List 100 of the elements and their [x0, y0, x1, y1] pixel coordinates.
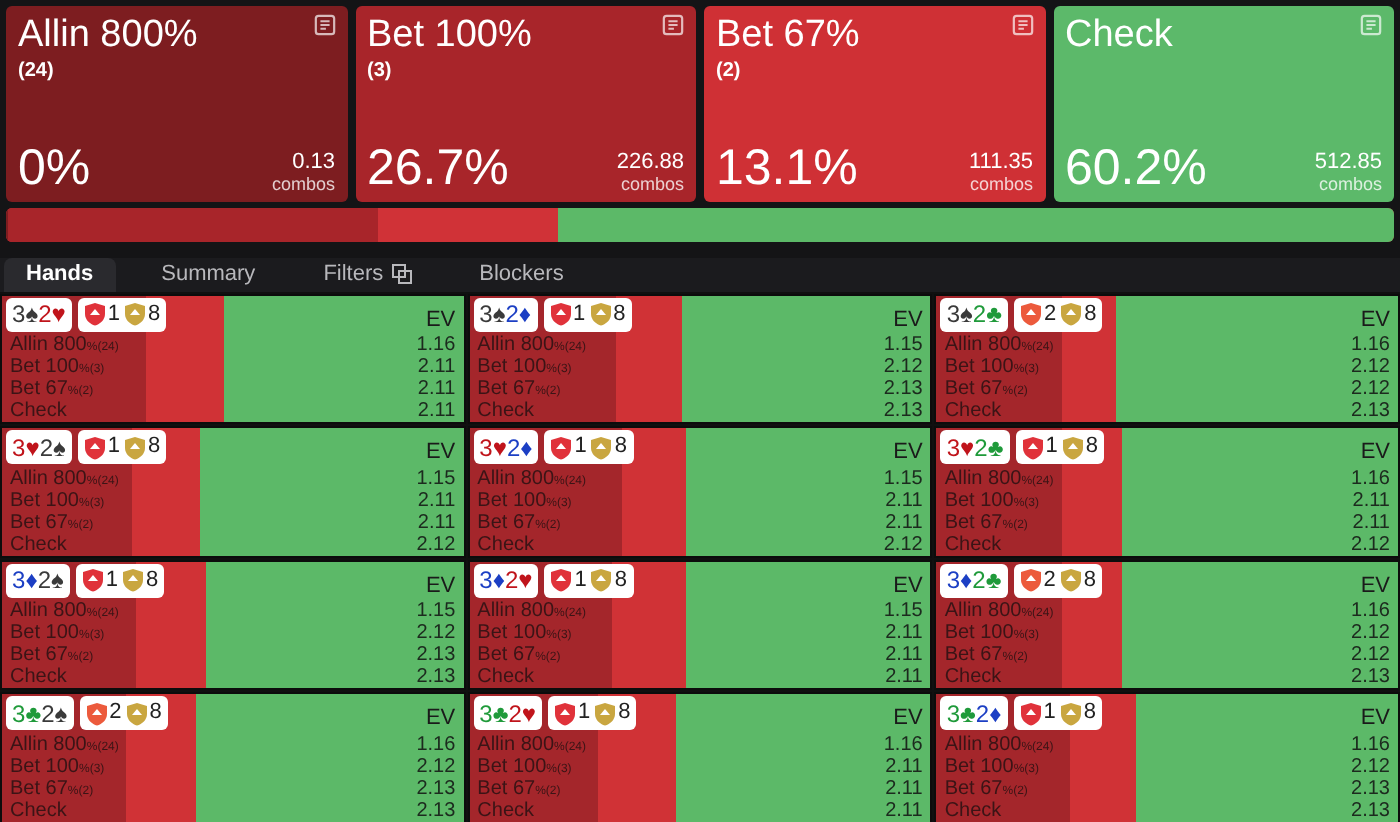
- ev-value: 2.13: [416, 668, 456, 688]
- hand-cards: 3♥2♠: [6, 430, 72, 464]
- ev-label: EV: [1360, 704, 1390, 734]
- combos-label: combos: [620, 174, 684, 196]
- hand-cards: 3♠2♣: [940, 297, 1008, 331]
- ev-value: 2.13: [883, 402, 923, 422]
- action-title: Bet 100%: [367, 14, 532, 58]
- hand-cards: 3♠2♥: [6, 297, 72, 331]
- hand-cards: 3♥2♦: [473, 430, 539, 464]
- action-row-label: Check: [8, 668, 67, 688]
- ev-value: 1.16: [1351, 469, 1390, 491]
- tab[interactable]: Hands: [4, 258, 116, 291]
- ev-value: 2.12: [1351, 358, 1390, 380]
- badge-count: 8: [148, 299, 161, 330]
- ev-value: 2.11: [885, 513, 923, 535]
- tab[interactable]: Summary: [139, 258, 278, 291]
- badge-count: 1: [574, 565, 587, 596]
- ev-value: 1.16: [1351, 735, 1390, 757]
- action-card[interactable]: Bet 67% (2) 13.1% 111.35 combos: [704, 6, 1045, 202]
- tab[interactable]: Blockers: [457, 258, 586, 291]
- ev-value: 1.16: [1351, 602, 1390, 624]
- notes-icon[interactable]: [313, 14, 335, 36]
- combos-label: combos: [969, 174, 1033, 196]
- action-row-label: Check: [942, 668, 1002, 688]
- combos-label: combos: [271, 174, 335, 196]
- badge-count: 8: [148, 432, 161, 463]
- ev-value: 2.11: [417, 358, 456, 380]
- action-count: (3): [367, 58, 394, 86]
- ev-value: 2.12: [1351, 535, 1390, 555]
- ev-value: 2.13: [416, 779, 456, 801]
- ev-value: 1.15: [883, 602, 923, 624]
- action-row-label: Check: [475, 535, 535, 555]
- action-row-label: Check: [475, 668, 535, 688]
- badge-count: 8: [613, 299, 626, 330]
- action-row-label: Check: [942, 402, 1002, 422]
- ev-label: EV: [893, 305, 923, 335]
- ev-value: 2.12: [416, 535, 456, 555]
- action-count: (2): [716, 58, 743, 86]
- notes-icon[interactable]: [1011, 14, 1033, 36]
- ev-value: 1.16: [416, 336, 456, 358]
- ev-value: 2.11: [885, 668, 923, 688]
- hand-cards: 3♣2♦: [940, 696, 1008, 730]
- badge-count: 8: [1085, 432, 1098, 463]
- action-row-label: Check: [8, 801, 67, 821]
- ev-value: 2.11: [885, 491, 923, 513]
- ev-value: 2.12: [1351, 757, 1390, 779]
- ev-value: 1.15: [883, 469, 923, 491]
- badge-count: 2: [1043, 299, 1057, 330]
- action-row-label: Check: [475, 402, 535, 422]
- ev-value: 2.13: [1351, 801, 1390, 821]
- badge-count: 8: [1084, 299, 1097, 330]
- badge-count: 8: [1083, 698, 1096, 729]
- ev-value: 1.16: [1351, 336, 1390, 358]
- action-percent: 60.2%: [1065, 140, 1207, 196]
- notes-icon[interactable]: [662, 14, 684, 36]
- combos-value: 226.88: [616, 150, 684, 174]
- ev-value: 1.15: [416, 469, 456, 491]
- badge-count: 1: [578, 698, 591, 729]
- hand-cards: 3♣2♥: [473, 696, 543, 730]
- badge-count: 8: [618, 698, 631, 729]
- ev-value: 2.13: [1351, 779, 1390, 801]
- hand-cards: 3♦2♥: [473, 563, 539, 597]
- ev-value: 2.11: [417, 491, 456, 513]
- badge-count: 1: [574, 432, 587, 463]
- badge-count: 8: [1083, 565, 1096, 596]
- ev-value: 2.13: [883, 380, 923, 402]
- action-count: (24): [18, 58, 56, 86]
- ev-value: 1.15: [883, 336, 923, 358]
- ev-label: EV: [425, 571, 456, 601]
- ev-value: 2.13: [1351, 402, 1390, 422]
- ev-value: 2.12: [416, 624, 456, 646]
- hand-cards: 3♦2♠: [6, 563, 70, 597]
- combos-value: 512.85: [1314, 150, 1382, 174]
- ev-label: EV: [1360, 571, 1390, 601]
- ev-value: 2.12: [416, 757, 456, 779]
- action-row-label: Check: [8, 535, 67, 555]
- action-row-label: Check: [942, 801, 1002, 821]
- ev-value: 2.11: [885, 757, 923, 779]
- action-title: Check: [1065, 14, 1173, 58]
- hand-cards: 3♦2♣: [940, 563, 1008, 597]
- tab[interactable]: Filters: [301, 258, 434, 291]
- action-percent: 13.1%: [716, 140, 858, 196]
- action-card[interactable]: Allin 800% (24) 0% 0.13 combos: [6, 6, 347, 202]
- action-card[interactable]: Bet 100% (3) 26.7% 226.88 combos: [355, 6, 696, 202]
- ev-value: 2.11: [885, 624, 923, 646]
- badge-count: 1: [107, 432, 120, 463]
- action-row-label: Check: [475, 801, 535, 821]
- ev-value: 2.13: [1351, 668, 1390, 688]
- action-row-label: Check: [942, 535, 1002, 555]
- badge-count: 1: [573, 299, 586, 330]
- badge-count: 2: [1043, 565, 1056, 596]
- badge-count: 8: [614, 565, 628, 596]
- action-percent: 0%: [18, 140, 91, 196]
- ev-value: 2.11: [1352, 491, 1390, 513]
- badge-count: 1: [1045, 432, 1058, 463]
- badge-count: 8: [614, 432, 628, 463]
- ev-value: 2.12: [883, 358, 923, 380]
- ev-label: EV: [425, 438, 456, 468]
- ev-value: 2.12: [1351, 624, 1390, 646]
- ev-value: 1.16: [883, 735, 923, 757]
